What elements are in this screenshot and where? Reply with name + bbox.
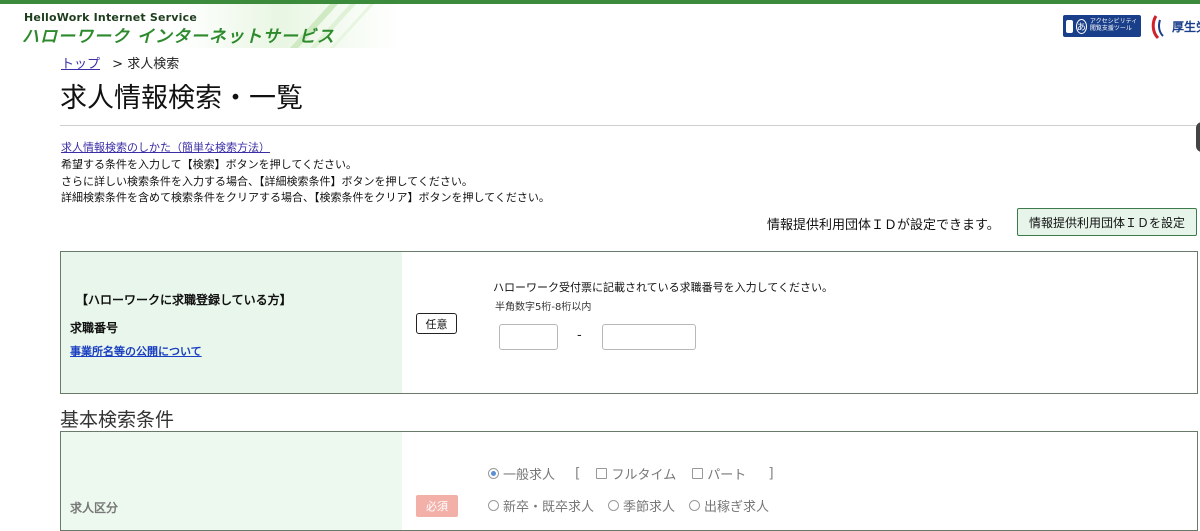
hiragana-a-icon: あ <box>1075 18 1087 34</box>
accessibility-tool-label: アクセシビリティ 閲覧支援ツール <box>1089 19 1138 32</box>
job-category-label: 求人区分 <box>70 501 119 515</box>
migrant-job-label[interactable]: 出稼ぎ求人 <box>704 496 769 515</box>
page-title: 求人情報検索・一覧 <box>60 83 303 114</box>
job-seeker-heading: 【ハローワークに求職登録している方】 <box>76 293 292 307</box>
side-scroll-tab[interactable] <box>1196 122 1200 152</box>
breadcrumb-separator: > <box>112 57 124 72</box>
basic-search-section-title: 基本検索条件 <box>60 409 175 431</box>
seasonal-job-radio[interactable] <box>608 500 620 511</box>
number-separator-dash: - <box>577 328 582 343</box>
seasonal-job-label[interactable]: 季節求人 <box>623 496 675 515</box>
breadcrumb-top-link[interactable]: トップ <box>61 57 100 72</box>
site-header: HelloWork Internet Service ハローワーク インターネッ… <box>0 4 1200 48</box>
speaker-icon <box>1066 19 1073 33</box>
job-seeker-number-input-1[interactable] <box>499 324 558 350</box>
migrant-job-radio[interactable] <box>689 500 701 511</box>
general-job-radio[interactable] <box>488 468 499 479</box>
accessibility-tool-button[interactable]: あ アクセシビリティ 閲覧支援ツール <box>1063 15 1141 37</box>
general-job-label[interactable]: 一般求人 <box>503 464 555 483</box>
breadcrumb-current: 求人検索 <box>127 57 180 72</box>
new-graduate-label[interactable]: 新卒・既卒求人 <box>503 496 594 515</box>
instruction-line-3: 詳細検索条件を含めて検索条件をクリアする場合、【検索条件をクリア】ボタンを押して… <box>61 191 550 204</box>
required-badge: 必須 <box>416 495 458 517</box>
company-disclosure-link[interactable]: 事業所名等の公開について <box>70 343 202 359</box>
job-seeker-number-description: ハローワーク受付票に記載されている求職番号を入力してください。 <box>493 281 834 294</box>
breadcrumb: トップ > 求人検索 <box>61 53 179 72</box>
fulltime-checkbox[interactable] <box>596 468 608 479</box>
job-category-panel: 求人区分 必須 一般求人 [ フルタイム パート ] 新卒・既卒求人 季節求人 … <box>60 431 1198 531</box>
job-seeker-number-input-2[interactable] <box>602 324 696 350</box>
ministry-name[interactable]: 厚生労 <box>1172 18 1200 35</box>
info-id-label: 情報提供利用団体ＩＤが設定できます。 <box>767 218 1000 233</box>
bracket-close: ] <box>768 465 774 482</box>
new-graduate-radio[interactable] <box>488 500 499 511</box>
instruction-line-2: さらに詳しい検索条件を入力する場合、【詳細検索条件】ボタンを押してください。 <box>61 175 473 188</box>
instruction-line-1: 希望する条件を入力して【検索】ボタンを押してください。 <box>61 158 358 171</box>
brand-name-japanese[interactable]: ハローワーク インターネットサービス <box>22 22 335 47</box>
job-category-row-1: 一般求人 [ フルタイム パート ] <box>488 464 774 483</box>
job-seeker-number-hint: 半角数字5桁-8桁以内 <box>495 302 592 313</box>
fulltime-label[interactable]: フルタイム <box>611 464 676 483</box>
set-info-id-button[interactable]: 情報提供利用団体ＩＤを設定 <box>1017 208 1197 236</box>
parttime-label[interactable]: パート <box>707 464 746 483</box>
title-divider <box>60 125 1200 126</box>
parttime-checkbox[interactable] <box>692 468 704 479</box>
job-seeker-number-label: 求職番号 <box>70 321 119 335</box>
bracket-open: [ <box>575 465 581 482</box>
job-category-row-2: 新卒・既卒求人 季節求人 出稼ぎ求人 <box>488 496 769 515</box>
optional-badge: 任意 <box>416 313 457 334</box>
job-seeker-number-panel: 【ハローワークに求職登録している方】 求職番号 事業所名等の公開について 任意 … <box>60 251 1198 394</box>
search-howto-link[interactable]: 求人情報検索のしかた（簡単な検索方法） <box>61 139 270 155</box>
